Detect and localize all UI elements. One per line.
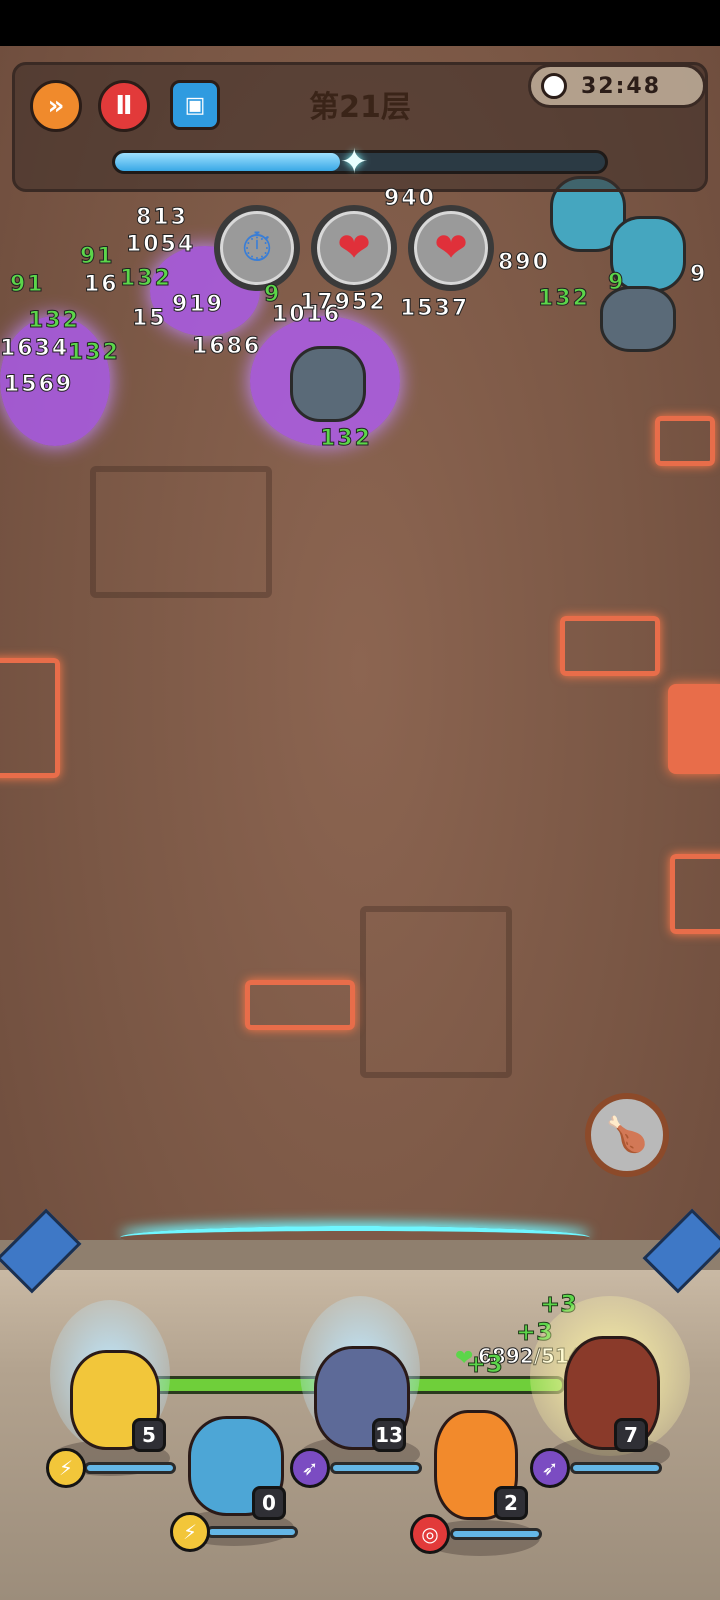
arrow-icon: ➶ [290,1448,330,1488]
heal-up-buff-icon: ❤ [337,225,371,271]
hero-hooded-mage[interactable]: 7 ➶ [530,1296,700,1496]
heal-number: 132 [320,426,372,452]
enemy-skeleton [600,286,676,352]
arrow-icon: ➶ [530,1448,570,1488]
damage-number: 1569 [3,372,74,398]
heal-up-buff[interactable]: ❤ [311,205,397,291]
lava-crack [0,658,60,778]
hero-mana-bar [206,1526,298,1538]
hero-level-badge: 0 [252,1486,286,1520]
heal-number: 91 [10,272,45,298]
slow-timer-buff-icon: ⏱ [241,225,273,271]
lava-crack [670,854,720,934]
hero-mana-bar [450,1528,542,1540]
enemy-skeleton [290,346,366,422]
heal-popup: +3 [466,1350,504,1379]
heal-number: 132 [120,266,172,292]
heal-up-buff-icon-2: ❤ [434,225,468,271]
lava-crack [245,980,355,1030]
hero-level-badge: 2 [494,1486,528,1520]
heal-number: 9 [263,282,282,308]
meal-button[interactable]: 🍗 [585,1093,669,1177]
hero-mana-bar [84,1462,176,1474]
hero-level-badge: 7 [614,1418,648,1452]
hero-level-badge: 13 [372,1418,406,1452]
hero-level-badge: 5 [132,1418,166,1452]
status-bar [0,0,720,46]
heal-number: 132 [28,308,80,334]
lightning-icon: ⚡ [46,1448,86,1488]
target-icon: ◎ [410,1514,450,1554]
progress-spark-icon: ✦ [340,142,369,182]
hero-mana-bar [330,1462,422,1474]
damage-number: 1054 [125,232,196,258]
clock-icon [541,73,567,99]
damage-number: 890 [498,250,550,276]
damage-number: 1634 [0,336,70,362]
lava-pool [668,684,720,774]
damage-number: 1537 [399,296,470,322]
damage-number: 813 [136,205,188,231]
ground-crack [90,466,272,598]
damage-number: 940 [384,186,436,212]
timer-text: 32:48 [581,74,662,99]
hero-mana-bar [570,1462,662,1474]
lava-crack [655,416,715,466]
slow-timer-buff[interactable]: ⏱ [214,205,300,291]
ground-crack [360,906,512,1078]
damage-number: 1686 [191,334,262,360]
damage-number: 16 [84,272,119,298]
damage-number: 919 [172,292,224,318]
heal-number: 9 [607,270,626,296]
timer-panel: 32:48 [528,64,706,108]
lava-crack [560,616,660,676]
heal-number: 91 [80,244,115,270]
heal-number: 132 [68,340,120,366]
damage-number: 15 [132,306,167,332]
wave-progress-fill [115,153,341,171]
meal-plate-icon: 🍗 [605,1115,649,1155]
damage-number: 9 [689,262,708,288]
heal-number: 132 [538,286,590,312]
lightning-icon: ⚡ [170,1512,210,1552]
heal-up-buff-2[interactable]: ❤ [408,205,494,291]
damage-number: 17952 [300,290,387,316]
